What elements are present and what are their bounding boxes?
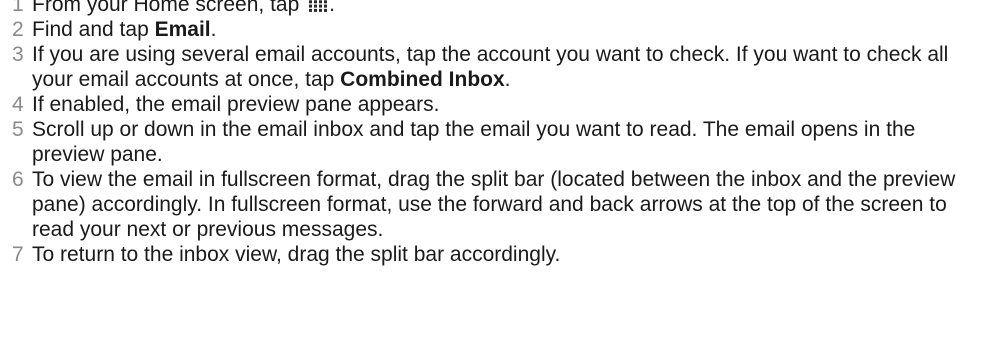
step-number: 1 xyxy=(12,0,24,16)
step-text-part: . xyxy=(210,18,217,41)
instruction-steps: 1 From your Home screen, tap . 2 Find an… xyxy=(0,0,999,267)
combined-inbox-label: Combined Inbox xyxy=(340,68,505,91)
step-text-part: From your Home screen, tap xyxy=(32,0,306,16)
step-3: 3 If you are using several email account… xyxy=(0,42,999,92)
step-number: 3 xyxy=(12,43,24,66)
email-app-name: Email xyxy=(154,18,211,41)
step-number: 2 xyxy=(12,18,24,41)
step-text: Scroll up or down in the email inbox and… xyxy=(32,118,916,166)
step-number: 6 xyxy=(12,168,24,191)
step-text-part: . xyxy=(504,68,511,91)
step-text: Find and tap Email. xyxy=(32,17,999,42)
step-number: 7 xyxy=(12,243,24,266)
step-text-part: . xyxy=(329,0,335,16)
step-text: To view the email in fullscreen format, … xyxy=(32,168,956,241)
step-text-part: Find and tap xyxy=(32,18,155,41)
step-4: 4 If enabled, the email preview pane app… xyxy=(0,92,999,117)
step-5: 5 Scroll up or down in the email inbox a… xyxy=(0,117,999,167)
step-text: If enabled, the email preview pane appea… xyxy=(32,93,440,116)
step-text: If you are using several email accounts,… xyxy=(32,42,999,92)
step-2: 2 Find and tap Email. xyxy=(0,17,999,42)
step-number: 4 xyxy=(12,93,24,116)
application-screen-grid-icon xyxy=(309,0,328,12)
step-text: To return to the inbox view, drag the sp… xyxy=(32,243,561,266)
step-number: 5 xyxy=(12,118,24,141)
step-7: 7 To return to the inbox view, drag the … xyxy=(0,242,999,267)
step-1: 1 From your Home screen, tap . xyxy=(0,0,999,17)
step-6: 6 To view the email in fullscreen format… xyxy=(0,167,999,242)
step-text: From your Home screen, tap . xyxy=(32,0,999,17)
